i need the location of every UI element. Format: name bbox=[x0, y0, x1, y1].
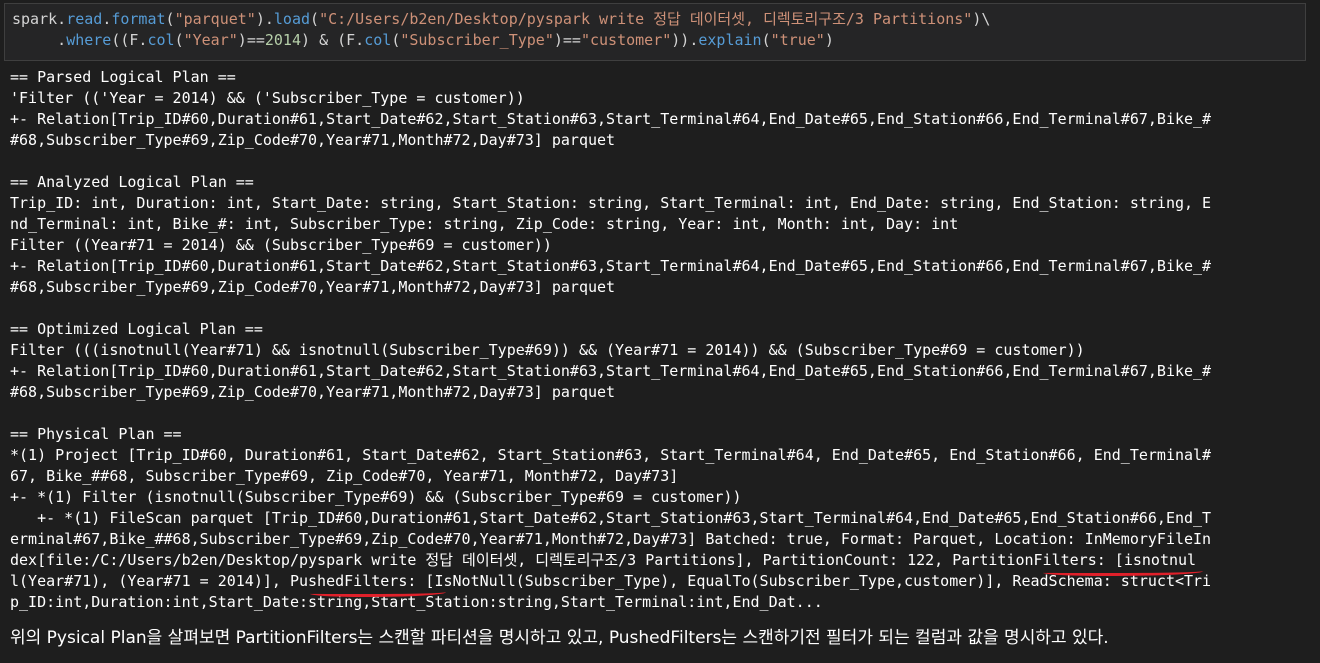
output-line: 'Filter (('Year = 2014) && ('Subscriber_… bbox=[10, 89, 525, 107]
output-line: 67, Bike_##68, Subscriber_Type#69, Zip_C… bbox=[10, 467, 679, 485]
output-line: Filter ((Year#71 = 2014) && (Subscriber_… bbox=[10, 236, 552, 254]
code-cell[interactable]: spark.read.format("parquet").load("C:/Us… bbox=[4, 3, 1306, 61]
code-token: )\ bbox=[972, 10, 991, 28]
code-token: == bbox=[246, 31, 265, 49]
output-line: #68,Subscriber_Type#69,Zip_Code#70,Year#… bbox=[10, 131, 616, 149]
code-token: ) bbox=[237, 31, 247, 49]
code-token: . bbox=[12, 31, 67, 49]
code-token: == bbox=[562, 31, 581, 49]
code-token: . bbox=[102, 10, 112, 28]
code-token: spark bbox=[12, 10, 58, 28]
output-line: #68,Subscriber_Type#69,Zip_Code#70,Year#… bbox=[10, 278, 616, 296]
code-token: ) bbox=[553, 31, 563, 49]
code-token: (F. bbox=[328, 31, 365, 49]
code-token: col bbox=[147, 31, 175, 49]
code-token: ) bbox=[301, 31, 320, 49]
code-token: format bbox=[111, 10, 166, 28]
output-line: erminal#67,Bike_##68,Subscriber_Type#69,… bbox=[10, 530, 1212, 548]
code-token: ((F. bbox=[111, 31, 148, 49]
code-token: where bbox=[66, 31, 112, 49]
code-token: "customer" bbox=[580, 31, 672, 49]
code-token: ( bbox=[761, 31, 771, 49]
output-line: +- *(1) FileScan parquet [Trip_ID#60,Dur… bbox=[10, 509, 1212, 527]
code-token: explain bbox=[698, 31, 762, 49]
code-token: 2014 bbox=[264, 31, 301, 49]
explain-output: == Parsed Logical Plan == 'Filter (('Year… bbox=[10, 67, 1310, 613]
code-token: "true" bbox=[770, 31, 825, 49]
code-token: "Subscriber_Type" bbox=[400, 31, 554, 49]
code-token: ( bbox=[310, 10, 320, 28]
output-line: == Optimized Logical Plan == bbox=[10, 320, 263, 338]
code-token: ). bbox=[255, 10, 274, 28]
code-token: ( bbox=[391, 31, 401, 49]
code-token: "C:/Users/b2en/Desktop/pyspark write 정답 … bbox=[319, 10, 973, 28]
output-line: == Parsed Logical Plan == bbox=[10, 68, 236, 86]
code-token: . bbox=[57, 10, 67, 28]
code-token: )). bbox=[671, 31, 699, 49]
output-line: +- Relation[Trip_ID#60,Duration#61,Start… bbox=[10, 110, 1212, 128]
output-line: Trip_ID: int, Duration: int, Start_Date:… bbox=[10, 194, 1212, 212]
explanation-caption: 위의 Pysical Plan을 살펴보면 PartitionFilters는 … bbox=[10, 628, 1109, 648]
code-token: read bbox=[66, 10, 103, 28]
output-line: p_ID:int,Duration:int,Start_Date:string,… bbox=[10, 593, 823, 611]
code-token: ( bbox=[174, 31, 184, 49]
code-token: ) bbox=[824, 31, 834, 49]
code-token: ( bbox=[165, 10, 175, 28]
code-line-1: spark.read.format("parquet").load("C:/Us… bbox=[12, 9, 1298, 30]
output-line: #68,Subscriber_Type#69,Zip_Code#70,Year#… bbox=[10, 383, 616, 401]
code-line-2: .where((F.col("Year")==2014) & (F.col("S… bbox=[12, 30, 1298, 51]
output-line: +- Relation[Trip_ID#60,Duration#61,Start… bbox=[10, 257, 1212, 275]
code-token: & bbox=[319, 31, 329, 49]
code-token: col bbox=[364, 31, 392, 49]
output-line: == Analyzed Logical Plan == bbox=[10, 173, 254, 191]
output-line: Filter (((isnotnull(Year#71) && isnotnul… bbox=[10, 341, 1085, 359]
code-token: load bbox=[273, 10, 311, 28]
output-line: nd_Terminal: int, Bike_#: int, Subscribe… bbox=[10, 215, 959, 233]
code-token: "parquet" bbox=[174, 10, 256, 28]
output-line: +- *(1) Filter (isnotnull(Subscriber_Typ… bbox=[10, 488, 742, 506]
output-line: +- Relation[Trip_ID#60,Duration#61,Start… bbox=[10, 362, 1212, 380]
output-line: == Physical Plan == bbox=[10, 425, 182, 443]
code-token: "Year" bbox=[183, 31, 238, 49]
output-line: *(1) Project [Trip_ID#60, Duration#61, S… bbox=[10, 446, 1212, 464]
